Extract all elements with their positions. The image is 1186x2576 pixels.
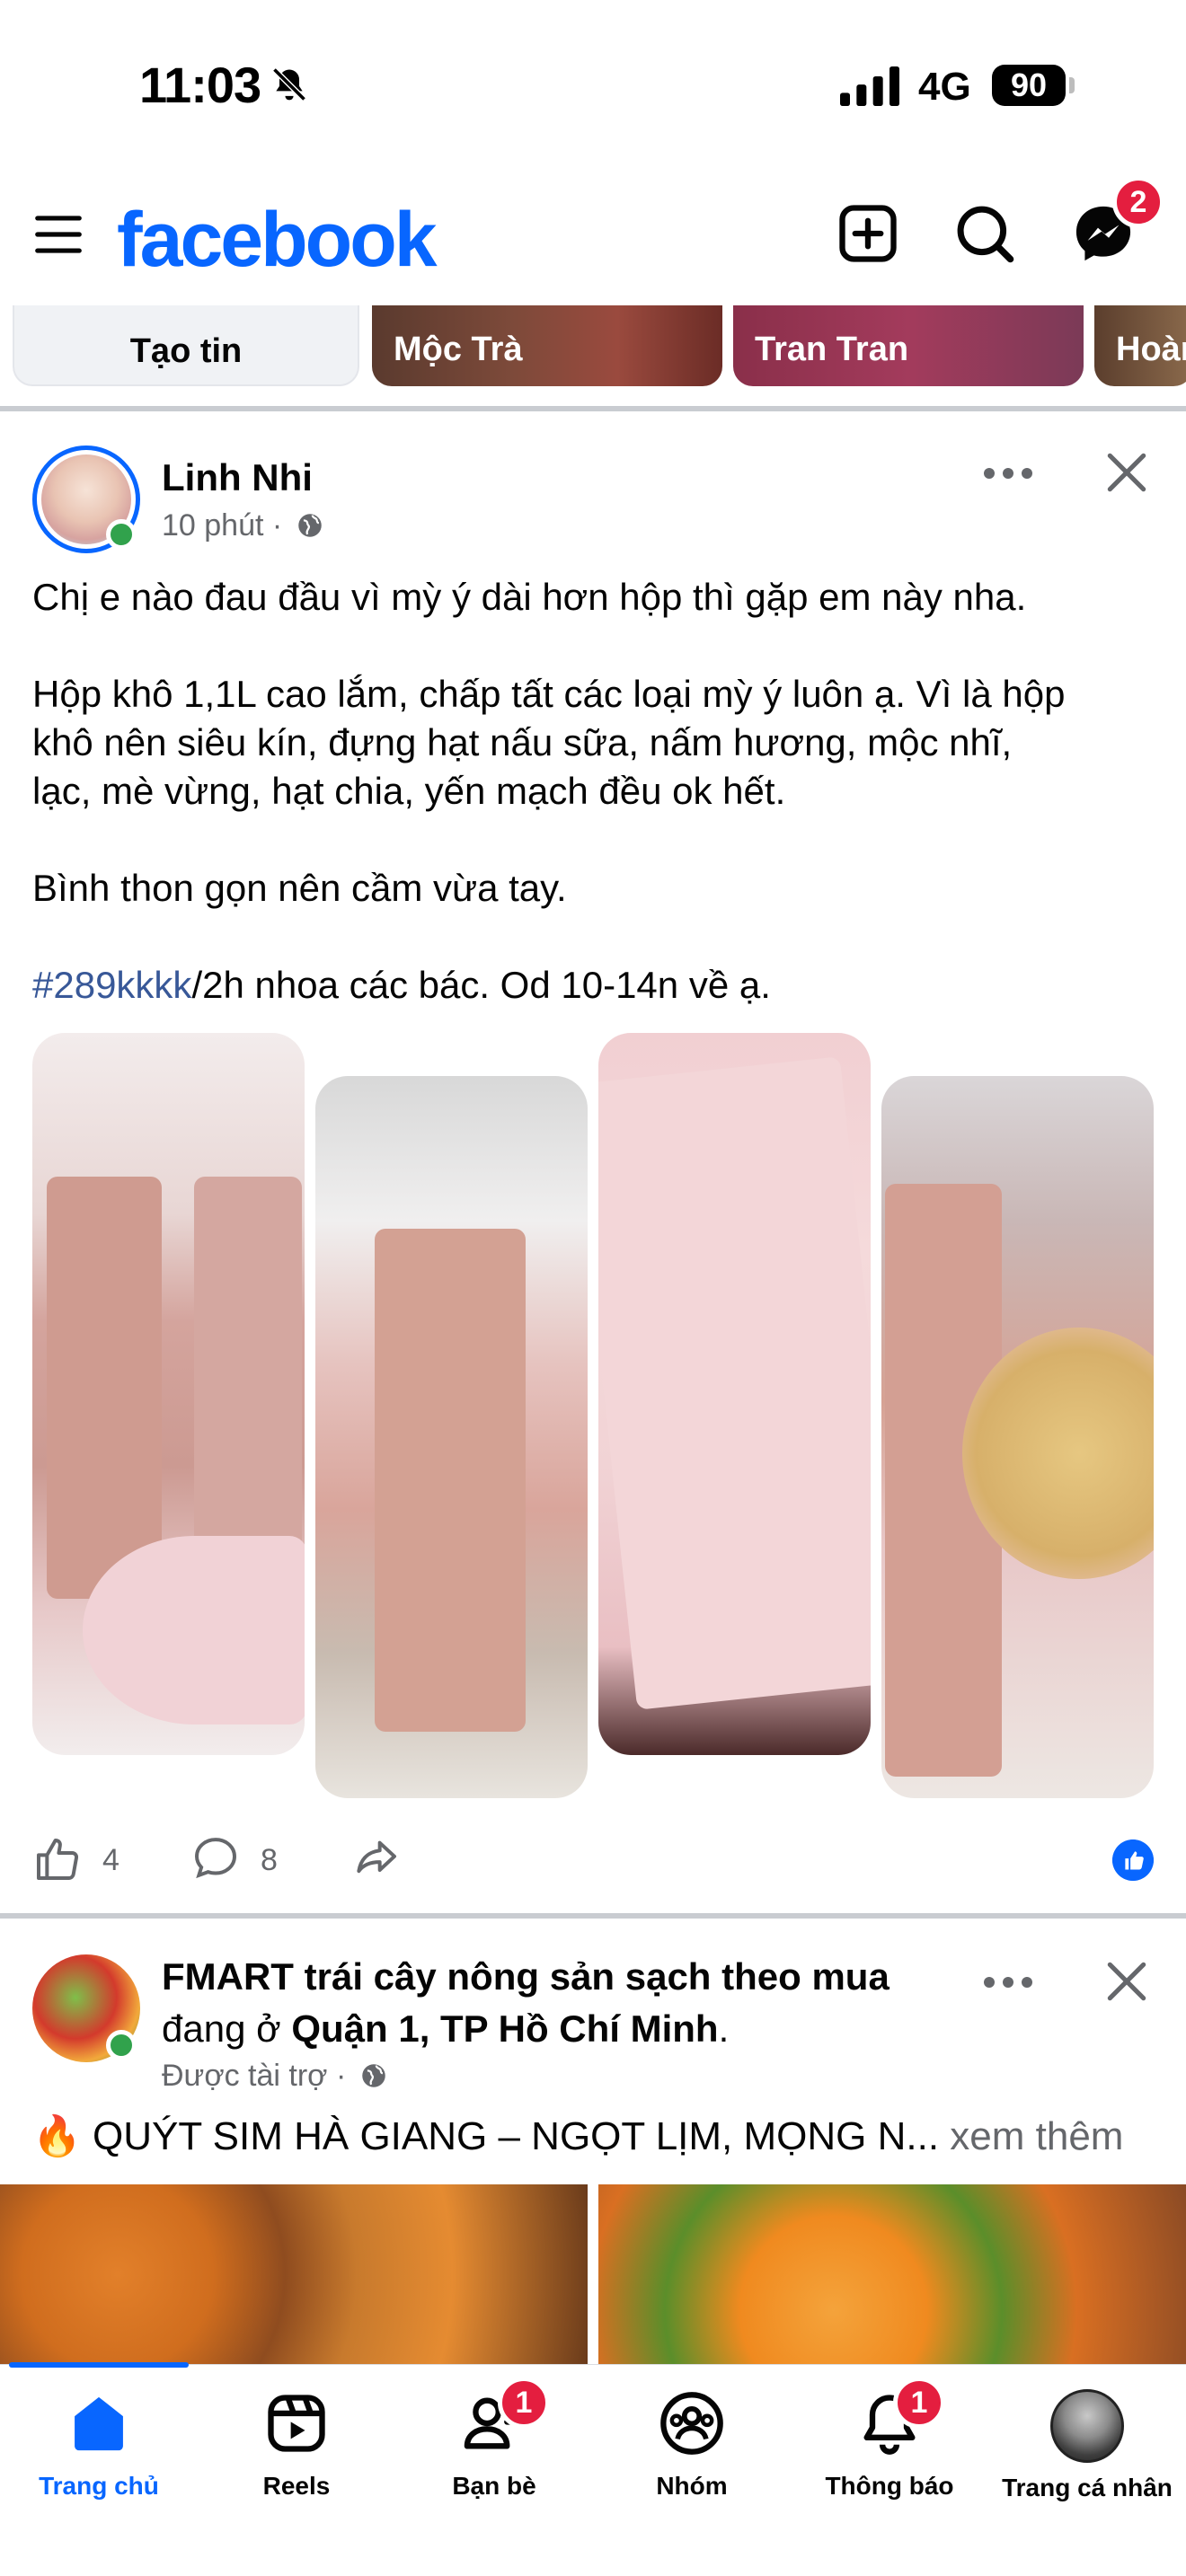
nav-profile[interactable]: Trang cá nhân bbox=[988, 2389, 1186, 2502]
comment-count: 8 bbox=[261, 1843, 278, 1877]
post-text-line: Hộp khô 1,1L cao lắm, chấp tất các loại … bbox=[32, 673, 1066, 715]
post-text-line: lạc, mè vừng, hạt chia, yến mạch đều ok … bbox=[32, 770, 786, 812]
location-name[interactable]: Quận 1, TP Hồ Chí Minh bbox=[291, 2007, 718, 2050]
ad-photo[interactable] bbox=[0, 2184, 588, 2364]
nav-groups-label: Nhóm bbox=[656, 2472, 728, 2500]
post-meta: 10 phút · bbox=[162, 508, 325, 543]
search-icon[interactable] bbox=[951, 199, 1019, 268]
menu-icon[interactable] bbox=[31, 207, 86, 262]
like-reaction-icon[interactable] bbox=[1112, 1839, 1154, 1881]
container-image bbox=[194, 1177, 302, 1554]
container-image bbox=[83, 1536, 305, 1725]
nav-reels-label: Reels bbox=[262, 2472, 331, 2500]
location-prefix: đang ở bbox=[162, 2007, 292, 2050]
nav-home-label: Trang chủ bbox=[39, 2472, 159, 2500]
advertiser-page-name[interactable]: FMART trái cây nông sản sạch theo mua bbox=[162, 1955, 890, 1998]
stories-strip: Tạo tin Mộc Trà Tran Tran Hoàn bbox=[0, 305, 1186, 395]
post-photo[interactable] bbox=[315, 1076, 588, 1798]
container-image bbox=[47, 1177, 162, 1599]
post-text-line: Bình thon gọn nên cầm vừa tay. bbox=[32, 867, 567, 909]
more-options-icon[interactable] bbox=[981, 460, 1035, 487]
battery-icon: 90 bbox=[992, 65, 1066, 106]
notifications-badge: 1 bbox=[893, 2377, 945, 2429]
signal-icon bbox=[840, 66, 899, 106]
see-more-link[interactable]: xem thêm bbox=[950, 2114, 1123, 2158]
container-image bbox=[598, 1056, 871, 1710]
online-status-dot bbox=[106, 2030, 137, 2060]
like-count: 4 bbox=[102, 1843, 119, 1877]
feed-divider bbox=[0, 1913, 1186, 1919]
location-suffix: . bbox=[718, 2007, 730, 2050]
post-text-line: #289kkkk/2h nhoa các bác. Od 10-14n về ạ… bbox=[32, 961, 1155, 1010]
close-icon[interactable] bbox=[1102, 447, 1152, 498]
meta-separator: · bbox=[335, 2059, 347, 2093]
sponsored-label[interactable]: Được tài trợ bbox=[162, 2059, 327, 2093]
home-icon bbox=[75, 2396, 123, 2451]
post-author-name[interactable]: Linh Nhi bbox=[162, 456, 313, 499]
bell-muted-icon bbox=[272, 67, 306, 101]
status-bar: 11:03 4G 90 bbox=[0, 0, 1186, 171]
friends-badge: 1 bbox=[498, 2377, 550, 2429]
hashtag-link[interactable]: #289kkkk bbox=[32, 964, 191, 1006]
profile-avatar bbox=[1050, 2389, 1124, 2463]
post-photo[interactable] bbox=[881, 1076, 1154, 1798]
nav-notifications[interactable]: Thông báo bbox=[791, 2389, 988, 2501]
nav-friends[interactable]: Bạn bè bbox=[395, 2389, 593, 2501]
network-type: 4G bbox=[918, 65, 971, 109]
nav-home[interactable]: Trang chủ bbox=[0, 2389, 198, 2501]
story-card[interactable]: Mộc Trà bbox=[372, 305, 722, 386]
sponsored-meta: Được tài trợ · bbox=[162, 2059, 389, 2094]
story-card[interactable]: Hoàn bbox=[1094, 305, 1186, 386]
close-icon[interactable] bbox=[1102, 1956, 1152, 2007]
feed-divider bbox=[0, 406, 1186, 411]
ad-text: 🔥 QUÝT SIM HÀ GIANG – NGỌT LỊM, MỌNG N..… bbox=[32, 2113, 1123, 2159]
like-icon[interactable] bbox=[32, 1834, 83, 1884]
share-icon[interactable] bbox=[350, 1832, 401, 1883]
create-post-icon[interactable] bbox=[834, 199, 902, 268]
create-story-label: Tạo tin bbox=[129, 332, 243, 370]
globe-icon bbox=[297, 514, 322, 537]
globe-icon bbox=[361, 2064, 385, 2087]
messenger-badge: 2 bbox=[1112, 176, 1164, 228]
nav-reels[interactable]: Reels bbox=[198, 2389, 395, 2501]
post-text-rest: /2h nhoa các bác. Od 10-14n về ạ. bbox=[191, 964, 771, 1006]
ad-text-body: 🔥 QUÝT SIM HÀ GIANG – NGỌT LỊM, MỌNG N..… bbox=[32, 2114, 940, 2158]
story-name: Hoàn bbox=[1116, 331, 1186, 368]
advertiser-name: FMART trái cây nông sản sạch theo mua đa… bbox=[162, 1951, 970, 2055]
battery-tip bbox=[1069, 77, 1075, 93]
status-time: 11:03 bbox=[139, 57, 261, 113]
post-photo[interactable] bbox=[598, 1033, 871, 1755]
post-text-line: Chị e nào đau đầu vì mỳ ý dài hơn hộp th… bbox=[32, 576, 1027, 618]
meta-separator: · bbox=[271, 508, 283, 543]
ad-photo[interactable] bbox=[598, 2184, 1186, 2364]
comment-icon[interactable] bbox=[190, 1832, 241, 1883]
post-photo[interactable] bbox=[32, 1033, 305, 1755]
groups-icon bbox=[660, 2392, 723, 2455]
create-story-card[interactable]: Tạo tin bbox=[13, 305, 359, 386]
active-tab-indicator bbox=[9, 2362, 189, 2368]
story-name: Mộc Trà bbox=[394, 331, 523, 368]
nav-friends-label: Bạn bè bbox=[452, 2472, 536, 2500]
post-time[interactable]: 10 phút bbox=[162, 508, 263, 543]
nav-profile-label: Trang cá nhân bbox=[1002, 2474, 1173, 2501]
online-status-dot bbox=[106, 519, 137, 550]
container-image bbox=[375, 1229, 526, 1732]
story-card[interactable]: Tran Tran bbox=[733, 305, 1084, 386]
more-options-icon[interactable] bbox=[981, 1969, 1035, 1996]
post-text-line: khô nên siêu kín, đựng hạt nấu sữa, nấm … bbox=[32, 721, 1013, 763]
story-name: Tran Tran bbox=[755, 331, 909, 368]
reels-icon bbox=[268, 2395, 325, 2452]
facebook-logo[interactable]: facebook bbox=[117, 196, 438, 285]
nav-groups[interactable]: Nhóm bbox=[593, 2389, 791, 2501]
nav-notifications-label: Thông báo bbox=[825, 2472, 954, 2500]
